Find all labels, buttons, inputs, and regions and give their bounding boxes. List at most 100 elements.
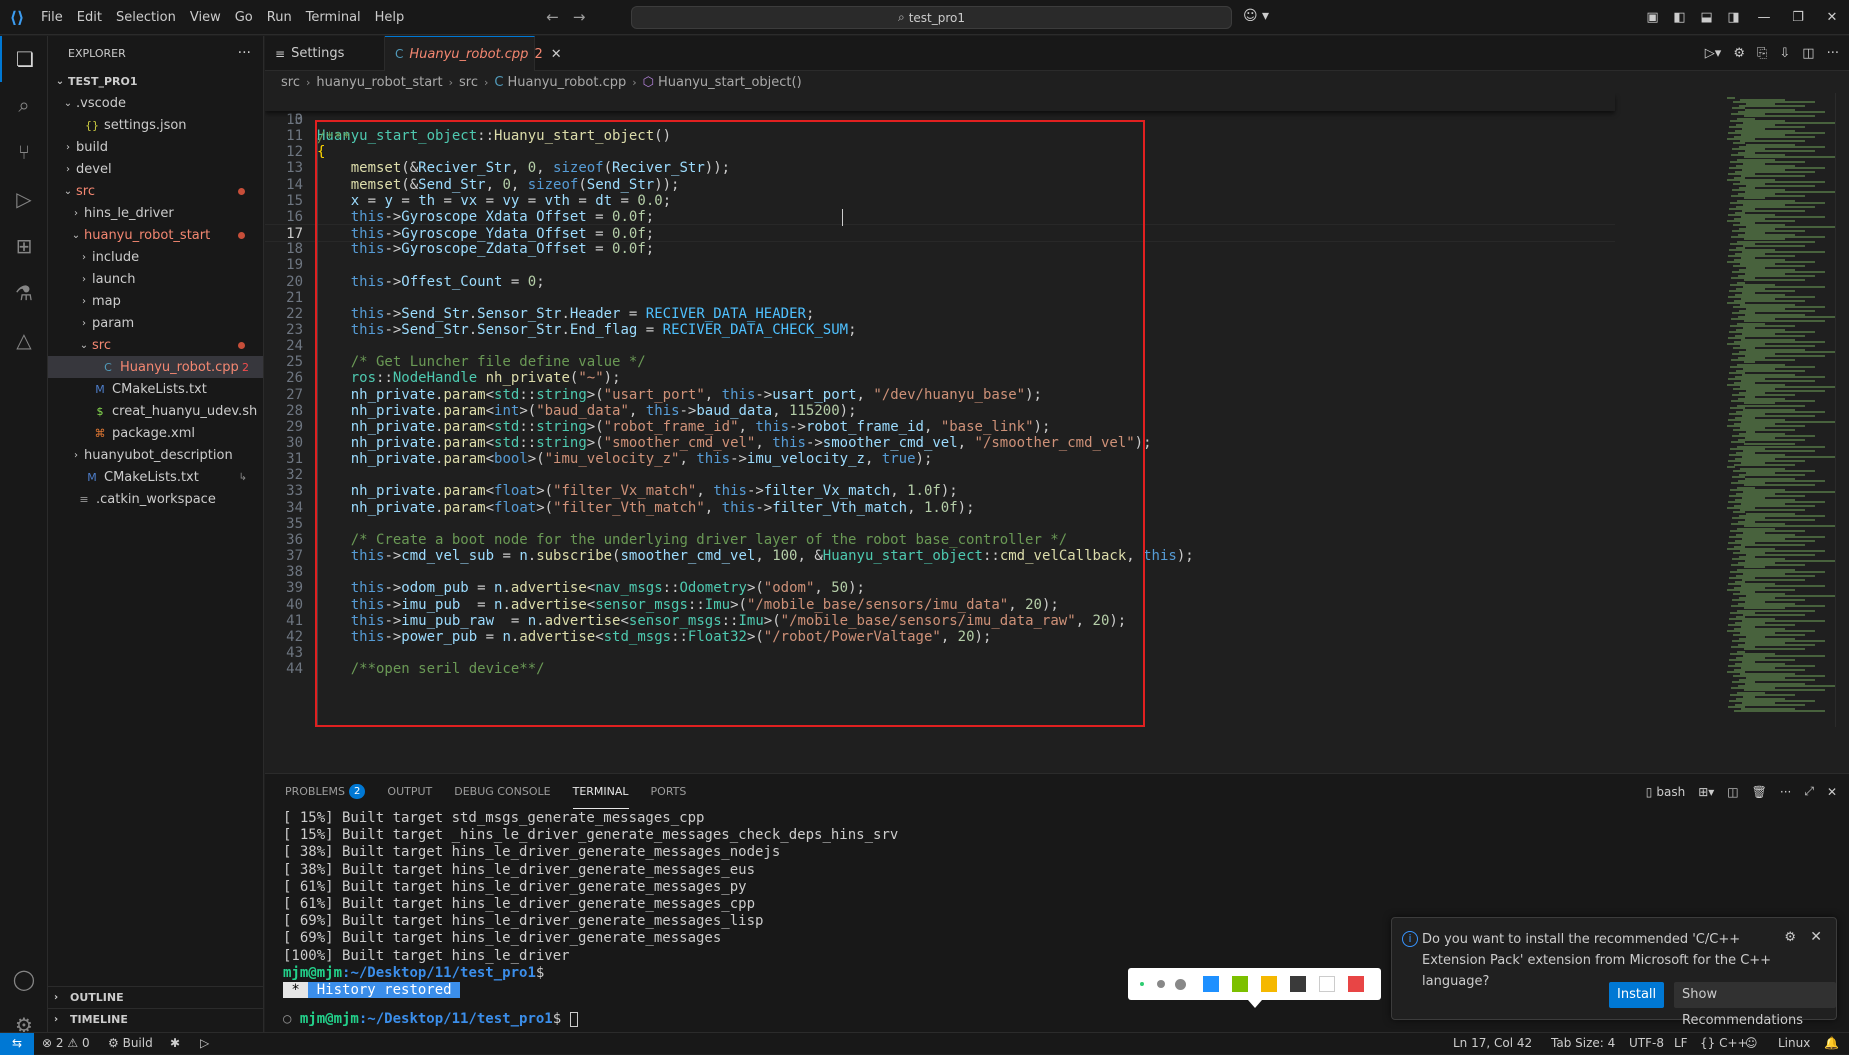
close-panel-icon[interactable]: ✕ [1827,785,1837,799]
explorer-icon[interactable]: ❏ [0,36,48,82]
terminal-output[interactable]: [ 15%] Built target std_msgs_generate_me… [283,810,1583,1028]
menu-file[interactable]: File [34,0,70,35]
medium-dot-size[interactable] [1157,980,1165,988]
tree-item[interactable]: ⌄ src [48,334,263,356]
shell-name[interactable]: bash [1656,785,1685,799]
customize-layout-icon[interactable]: ▣ [1639,10,1666,25]
new-terminal-dropdown-icon[interactable]: ⊞▾ [1698,785,1714,799]
kill-terminal-icon[interactable]: 🗑 [1752,785,1767,799]
menu-selection[interactable]: Selection [109,0,183,35]
tree-item[interactable]: $ creat_huanyu_udev.sh [48,400,263,422]
more-panel-actions-icon[interactable]: ··· [1780,785,1791,799]
tab-debug-console[interactable]: DEBUG CONSOLE [454,774,550,809]
maximize-panel-icon[interactable]: ⤢ [1804,784,1814,799]
small-dot-size[interactable] [1140,982,1144,986]
build-status[interactable]: ⚙ Build [108,1033,153,1055]
remote-indicator-icon[interactable]: ⇆ [0,1033,34,1055]
more-actions-icon[interactable]: ··· [238,45,251,61]
color-swatch[interactable] [1319,976,1335,992]
testing-icon[interactable]: ⚗ [0,270,48,316]
workspace-root[interactable]: ⌄ TEST_PRO1 [48,70,263,92]
code-editor[interactable]: 3 /*** 1011Huanyu_start_object::Huanyu_s… [265,93,1849,727]
minimap[interactable] [1719,93,1849,727]
color-swatch[interactable] [1203,976,1219,992]
menu-help[interactable]: Help [368,0,412,35]
open-changes-icon[interactable]: ⇩ [1779,46,1790,61]
tab-size[interactable]: Tab Size: 4 [1551,1033,1615,1055]
menu-edit[interactable]: Edit [70,0,109,35]
breadcrumb-item[interactable]: huanyu_robot_start [316,75,442,90]
search-view-icon[interactable]: ⌕ [0,82,48,128]
command-center-search[interactable]: ⌕ test_pro1 [631,6,1232,29]
editor-scrollbar[interactable] [1835,93,1849,727]
copilot-icon[interactable]: ☺ ▾ [1243,8,1269,24]
toggle-secondary-sidebar-icon[interactable]: ◨ [1720,10,1747,25]
more-editor-actions-icon[interactable]: ··· [1827,46,1839,61]
breadcrumb-item[interactable]: Huanyu_start_object() [658,75,802,90]
breadcrumb-item[interactable]: src [281,75,300,90]
timeline-section[interactable]: › TIMELINE [48,1008,264,1030]
close-window-icon[interactable]: ✕ [1815,10,1849,25]
color-swatch[interactable] [1290,976,1306,992]
toggle-panel-icon[interactable]: ⬓ [1693,10,1720,25]
color-swatch[interactable] [1261,976,1277,992]
menu-view[interactable]: View [183,0,228,35]
encoding[interactable]: UTF-8 [1629,1033,1664,1055]
tree-item[interactable]: › hins_le_driver [48,202,263,224]
copilot-status-icon[interactable]: ☺ [1745,1033,1758,1055]
tree-item[interactable]: ⌄ .vscode [48,92,263,114]
extensions-icon[interactable]: ⊞ [0,223,48,269]
tree-item[interactable]: ⌄ src [48,180,263,202]
tree-item[interactable]: › include [48,246,263,268]
split-terminal-icon[interactable]: ◫ [1727,785,1738,799]
color-swatch[interactable] [1348,976,1364,992]
install-button[interactable]: Install [1609,982,1665,1008]
cmake-settings-icon[interactable]: ⚙ [1733,46,1745,61]
tree-item[interactable]: ≡ .catkin_workspace [48,488,263,510]
notification-settings-icon[interactable]: ⚙ [1784,930,1796,945]
tree-item[interactable]: › build [48,136,263,158]
menu-run[interactable]: Run [260,0,299,35]
language-mode[interactable]: {} C++ [1700,1033,1748,1055]
tab-terminal[interactable]: TERMINAL [572,774,629,809]
platform[interactable]: Linux [1778,1033,1810,1055]
problems-status[interactable]: ⊗ 2 ⚠ 0 [42,1033,90,1055]
sticky-scroll-line[interactable]: 3 /*** [265,93,1615,146]
tab-ports[interactable]: PORTS [651,774,687,809]
tab-output[interactable]: OUTPUT [387,774,432,809]
run-debug-dropdown-icon[interactable]: ▷▾ [1705,46,1722,61]
debug-bug-icon[interactable]: ✱ [170,1033,180,1055]
menu-go[interactable]: Go [228,0,260,35]
minimize-icon[interactable]: — [1747,10,1781,25]
copilot-edit-icon[interactable]: ⎘ [1757,46,1767,61]
run-debug-icon[interactable]: ▷ [0,176,48,222]
menu-terminal[interactable]: Terminal [299,0,368,35]
accounts-icon[interactable]: ◯ [0,956,48,1002]
tab-settings[interactable]: ≡ Settings [265,36,385,71]
forward-arrow-icon[interactable]: → [573,8,586,26]
outline-section[interactable]: › OUTLINE [48,986,264,1008]
tree-item[interactable]: › launch [48,268,263,290]
end-of-line[interactable]: LF [1674,1033,1688,1055]
cmake-icon[interactable]: △ [0,317,48,363]
tree-item[interactable]: {} settings.json [48,114,263,136]
tree-item[interactable]: ⌄ huanyu_robot_start [48,224,263,246]
cursor-position[interactable]: Ln 17, Col 42 [1453,1033,1532,1055]
close-notification-icon[interactable]: ✕ [1810,929,1822,945]
color-swatch[interactable] [1232,976,1248,992]
toggle-sidebar-icon[interactable]: ◧ [1666,10,1693,25]
split-editor-icon[interactable]: ◫ [1802,46,1814,61]
tree-item[interactable]: › param [48,312,263,334]
close-tab-icon[interactable]: ✕ [551,47,562,62]
tree-item[interactable]: › devel [48,158,263,180]
maximize-icon[interactable]: ❐ [1781,10,1815,25]
tree-item[interactable]: M CMakeLists.txt ↳ [48,466,263,488]
tab-problems[interactable]: PROBLEMS 2 [285,774,366,809]
tree-item[interactable]: C Huanyu_robot.cpp 2 [48,356,263,378]
breadcrumb-item[interactable]: Huanyu_robot.cpp [507,75,626,90]
tree-item[interactable]: › map [48,290,263,312]
tree-item[interactable]: › huanyubot_description [48,444,263,466]
back-arrow-icon[interactable]: ← [546,8,559,26]
launch-play-icon[interactable]: ▷ [200,1033,209,1055]
breadcrumb-item[interactable]: src [459,75,478,90]
